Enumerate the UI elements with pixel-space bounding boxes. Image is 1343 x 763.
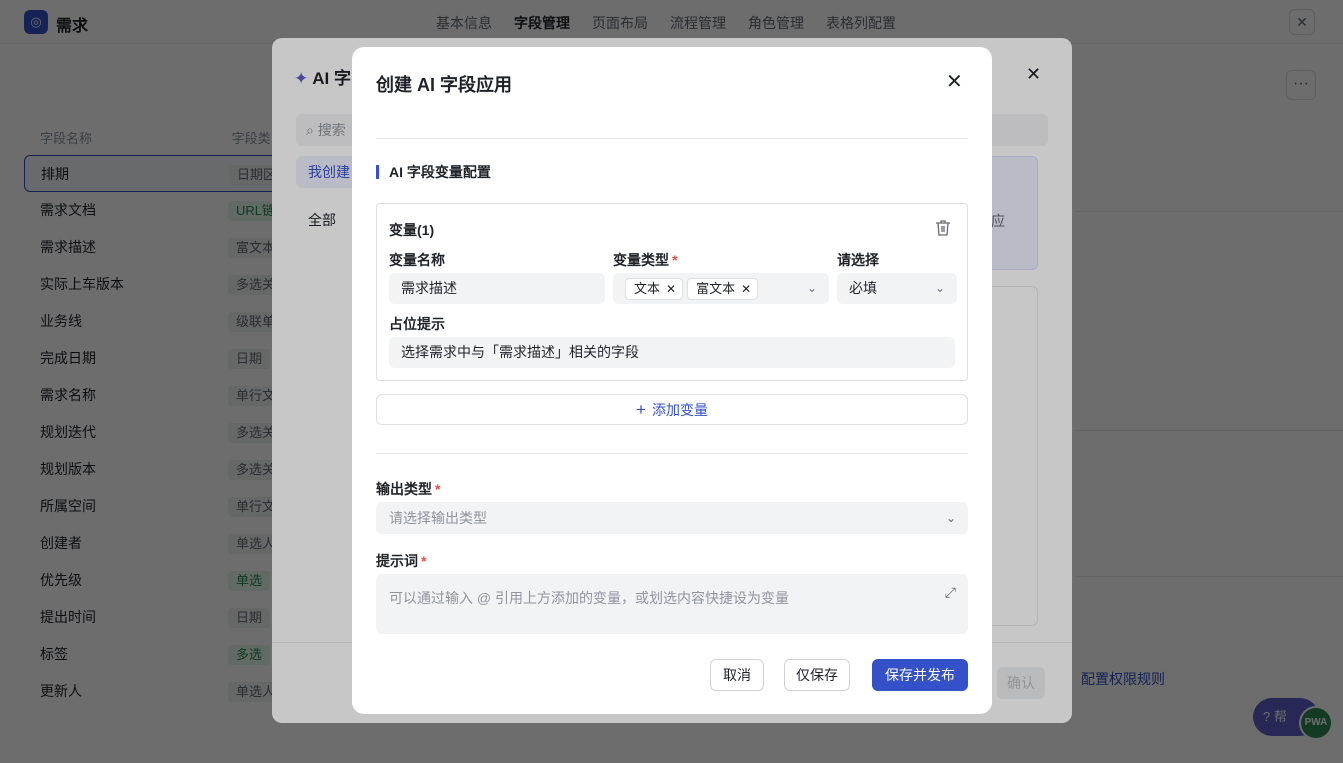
plus-icon: + <box>636 400 646 419</box>
dialog-title: 创建 AI 字段应用 <box>376 75 513 95</box>
save-publish-button[interactable]: 保存并发布 <box>872 659 968 691</box>
add-variable-button[interactable]: + 添加变量 <box>376 394 968 425</box>
required-select[interactable]: 必填 ⌄ <box>837 273 957 304</box>
chevron-down-icon: ⌄ <box>945 511 956 525</box>
close-icon[interactable]: ✕ <box>666 282 676 296</box>
prompt-label: 提示词 * <box>376 553 427 569</box>
save-only-button[interactable]: 仅保存 <box>784 659 850 691</box>
placeholder-input[interactable]: 选择需求中与「需求描述」相关的字段 <box>389 337 955 368</box>
type-tag: 富文本 ✕ <box>687 278 759 301</box>
variable-type-label: 变量类型 * <box>613 252 678 268</box>
variable-name-input[interactable]: 需求描述 <box>389 273 605 304</box>
section-title: AI 字段变量配置 <box>376 165 491 179</box>
chevron-down-icon: ⌄ <box>806 281 817 295</box>
placeholder-label: 占位提示 <box>389 316 445 332</box>
type-tag: 文本 ✕ <box>625 278 684 301</box>
variable-title: 变量(1) <box>389 222 435 238</box>
cancel-button[interactable]: 取消 <box>710 659 764 691</box>
chevron-down-icon: ⌄ <box>934 281 945 295</box>
close-icon[interactable]: ✕ <box>741 282 751 296</box>
variable-card: 变量(1) 变量名称 变量类型 * 请选择 需求描述 文本 ✕ 富文本 ✕ ⌄ 必填 ⌄… <box>376 203 968 381</box>
prompt-textarea[interactable]: 可以通过输入 @ 引用上方添加的变量，或划选内容快捷设为变量 ⤢ <box>376 574 968 634</box>
variable-type-select[interactable]: 文本 ✕ 富文本 ✕ ⌄ <box>613 273 829 304</box>
output-type-select[interactable]: 请选择输出类型 ⌄ <box>376 502 968 534</box>
variable-name-label: 变量名称 <box>389 252 445 268</box>
divider <box>376 453 968 454</box>
divider <box>376 138 968 139</box>
close-icon[interactable]: ✕ <box>946 72 963 92</box>
expand-icon[interactable]: ⤢ <box>945 584 956 601</box>
trash-icon[interactable] <box>935 219 951 237</box>
required-select-label: 请选择 <box>837 252 879 268</box>
output-type-label: 输出类型 * <box>376 481 441 497</box>
